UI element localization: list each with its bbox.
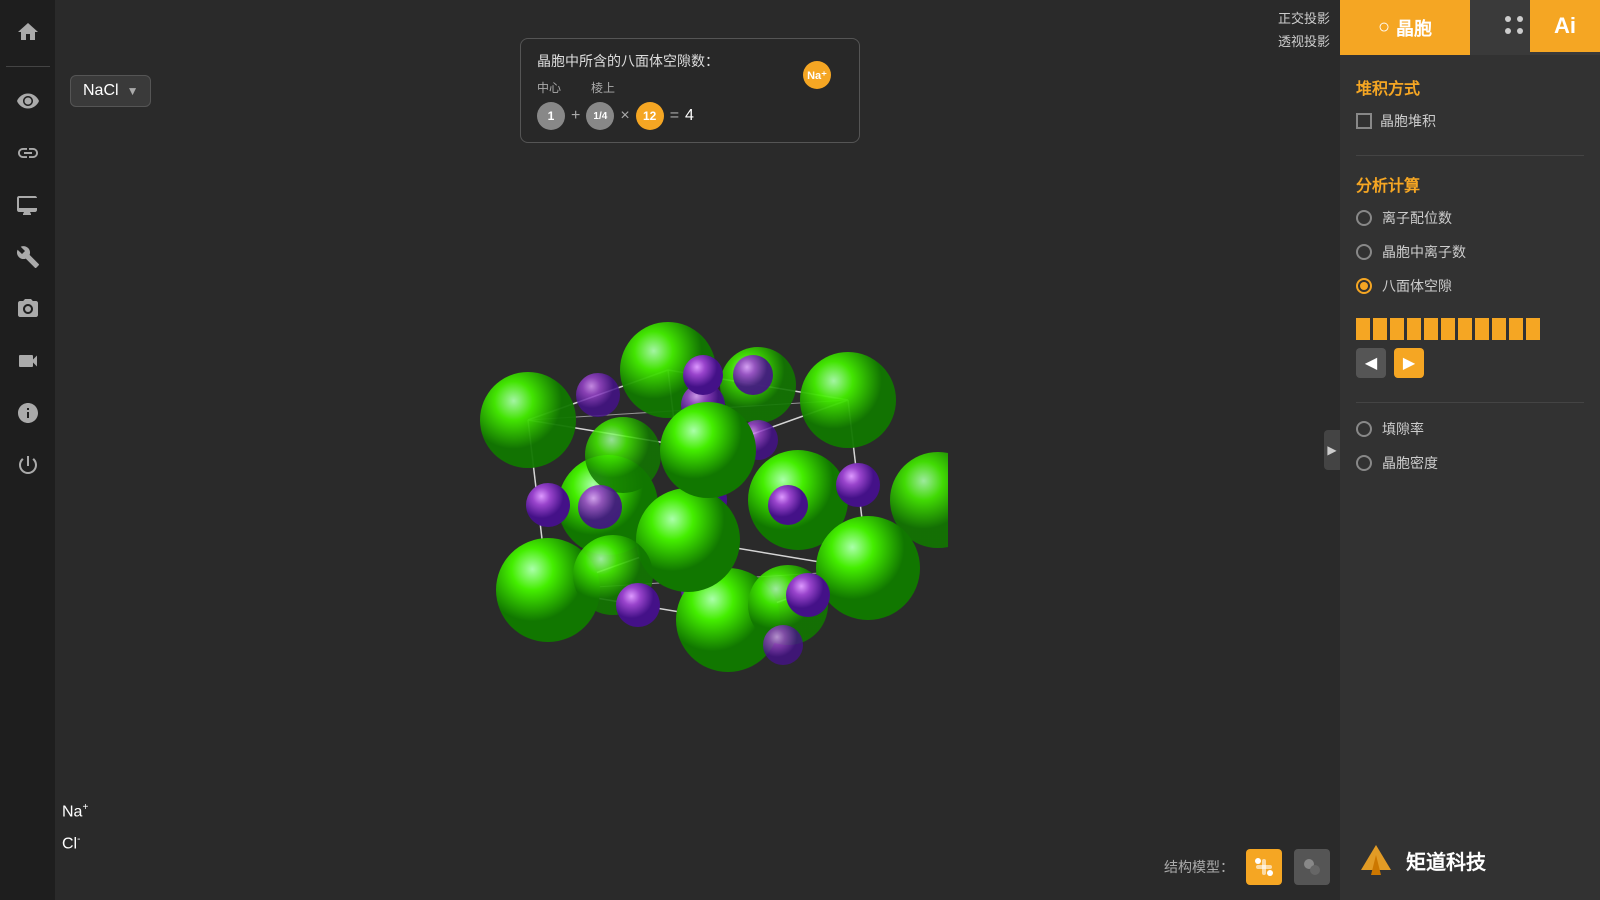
bottom-bar: 结构模型： xyxy=(55,849,1330,885)
compound-value: NaCl xyxy=(83,82,119,100)
slider-bar-1 xyxy=(1356,318,1370,340)
radio-ions-circle[interactable] xyxy=(1356,244,1372,260)
radio-density-label: 晶胞密度 xyxy=(1382,453,1438,473)
dropdown-arrow-icon: ▼ xyxy=(127,84,139,98)
compound-selector[interactable]: NaCl ▼ xyxy=(70,75,151,107)
formula-result: 4 xyxy=(685,107,694,125)
formula-term1: 1 xyxy=(537,102,565,130)
divider-1 xyxy=(1356,155,1584,156)
formula-op2: × xyxy=(620,107,629,125)
formula-op3: = xyxy=(670,107,679,125)
slider-area: ◀ ▶ xyxy=(1356,318,1584,378)
divider-2 xyxy=(1356,402,1584,403)
radio-octahedral-label: 八面体空隙 xyxy=(1382,276,1452,296)
radio-ions[interactable]: 晶胞中离子数 xyxy=(1356,242,1584,262)
logo-icon xyxy=(1356,840,1396,880)
panel-collapse-handle[interactable]: ▶ xyxy=(1324,430,1340,470)
ai-label[interactable]: Ai xyxy=(1530,0,1600,52)
stacking-checkbox-item[interactable]: 晶胞堆积 xyxy=(1356,111,1584,131)
crystal-svg xyxy=(448,190,948,710)
radio-coord-label: 离子配位数 xyxy=(1382,208,1452,228)
radio-octahedral-circle[interactable] xyxy=(1356,278,1372,294)
orthographic-btn[interactable]: 正交投影 xyxy=(1278,6,1330,29)
slider-bar-9 xyxy=(1492,318,1506,340)
formula-op1: + xyxy=(571,107,580,125)
stacking-checkbox[interactable] xyxy=(1356,113,1372,129)
radio-ions-label: 晶胞中离子数 xyxy=(1382,242,1466,262)
center-label: 中心 xyxy=(537,79,561,96)
space-fill-model-btn[interactable] xyxy=(1294,849,1330,885)
analysis-title: 分析计算 xyxy=(1356,172,1584,196)
sidebar-tools-icon[interactable] xyxy=(6,235,50,279)
slider-bar-2 xyxy=(1373,318,1387,340)
slider-bar-5 xyxy=(1424,318,1438,340)
radio-packing-label: 填隙率 xyxy=(1382,419,1424,439)
ball-stick-model-btn[interactable] xyxy=(1246,849,1282,885)
projection-buttons: 正交投影 透视投影 xyxy=(1268,0,1340,58)
logo-area: 矩道科技 xyxy=(1356,800,1584,880)
cell-tab-icon: ○ xyxy=(1378,16,1390,39)
stacking-label: 晶胞堆积 xyxy=(1380,111,1436,131)
sidebar-monitor-icon[interactable] xyxy=(6,183,50,227)
structure-label: 结构模型： xyxy=(1164,857,1234,877)
sidebar-power-icon[interactable] xyxy=(6,443,50,487)
sidebar-camera-icon[interactable] xyxy=(6,287,50,331)
info-panel: 晶胞中所含的八面体空隙数： Na⁺ 中心 棱上 1 + 1/4 × 12 = 4 xyxy=(520,38,860,143)
slider-bar-10 xyxy=(1509,318,1523,340)
slider-controls: ◀ ▶ xyxy=(1356,348,1584,378)
radio-packing-circle[interactable] xyxy=(1356,421,1372,437)
radio-density-circle[interactable] xyxy=(1356,455,1372,471)
slider-bar-7 xyxy=(1458,318,1472,340)
sidebar-magnet-icon[interactable] xyxy=(6,131,50,175)
next-arrow-btn[interactable]: ▶ xyxy=(1394,348,1424,378)
sidebar-divider-1 xyxy=(6,66,50,67)
perspective-btn[interactable]: 透视投影 xyxy=(1278,29,1330,52)
sidebar xyxy=(0,0,55,900)
slider-bar-8 xyxy=(1475,318,1489,340)
radio-packing[interactable]: 填隙率 xyxy=(1356,419,1584,439)
slider-bar-11 xyxy=(1526,318,1540,340)
na-label: Na+ xyxy=(62,802,88,821)
slider-bars xyxy=(1356,318,1584,340)
tab-cell[interactable]: ○ 晶胞 xyxy=(1340,0,1470,55)
na-badge: Na⁺ xyxy=(803,61,831,89)
formula-section: 1 + 1/4 × 12 = 4 xyxy=(537,102,843,130)
prev-arrow-btn[interactable]: ◀ xyxy=(1356,348,1386,378)
radio-octahedral[interactable]: 八面体空隙 xyxy=(1356,276,1584,296)
slider-bar-6 xyxy=(1441,318,1455,340)
cell-tab-label: 晶胞 xyxy=(1396,15,1432,41)
radio-coord[interactable]: 离子配位数 xyxy=(1356,208,1584,228)
edge-label: 棱上 xyxy=(591,79,615,96)
stacking-title: 堆积方式 xyxy=(1356,75,1584,99)
crystal-visualization[interactable] xyxy=(448,190,948,710)
sidebar-view-icon[interactable] xyxy=(6,79,50,123)
radio-coord-circle[interactable] xyxy=(1356,210,1372,226)
right-panel: 堆积方式 晶胞堆积 分析计算 离子配位数 晶胞中离子数 八面体空隙 xyxy=(1340,55,1600,900)
formula-term3: 12 xyxy=(636,102,664,130)
logo-text: 矩道科技 xyxy=(1406,846,1486,875)
radio-density[interactable]: 晶胞密度 xyxy=(1356,453,1584,473)
info-title: 晶胞中所含的八面体空隙数： xyxy=(537,51,843,71)
slider-bar-4 xyxy=(1407,318,1421,340)
sidebar-home-icon[interactable] xyxy=(6,10,50,54)
crystal-tab-icon xyxy=(1502,13,1526,42)
slider-bar-3 xyxy=(1390,318,1404,340)
radio-octahedral-inner xyxy=(1360,282,1368,290)
formula-term2: 1/4 xyxy=(586,102,614,130)
sidebar-info-icon[interactable] xyxy=(6,391,50,435)
sidebar-video-icon[interactable] xyxy=(6,339,50,383)
